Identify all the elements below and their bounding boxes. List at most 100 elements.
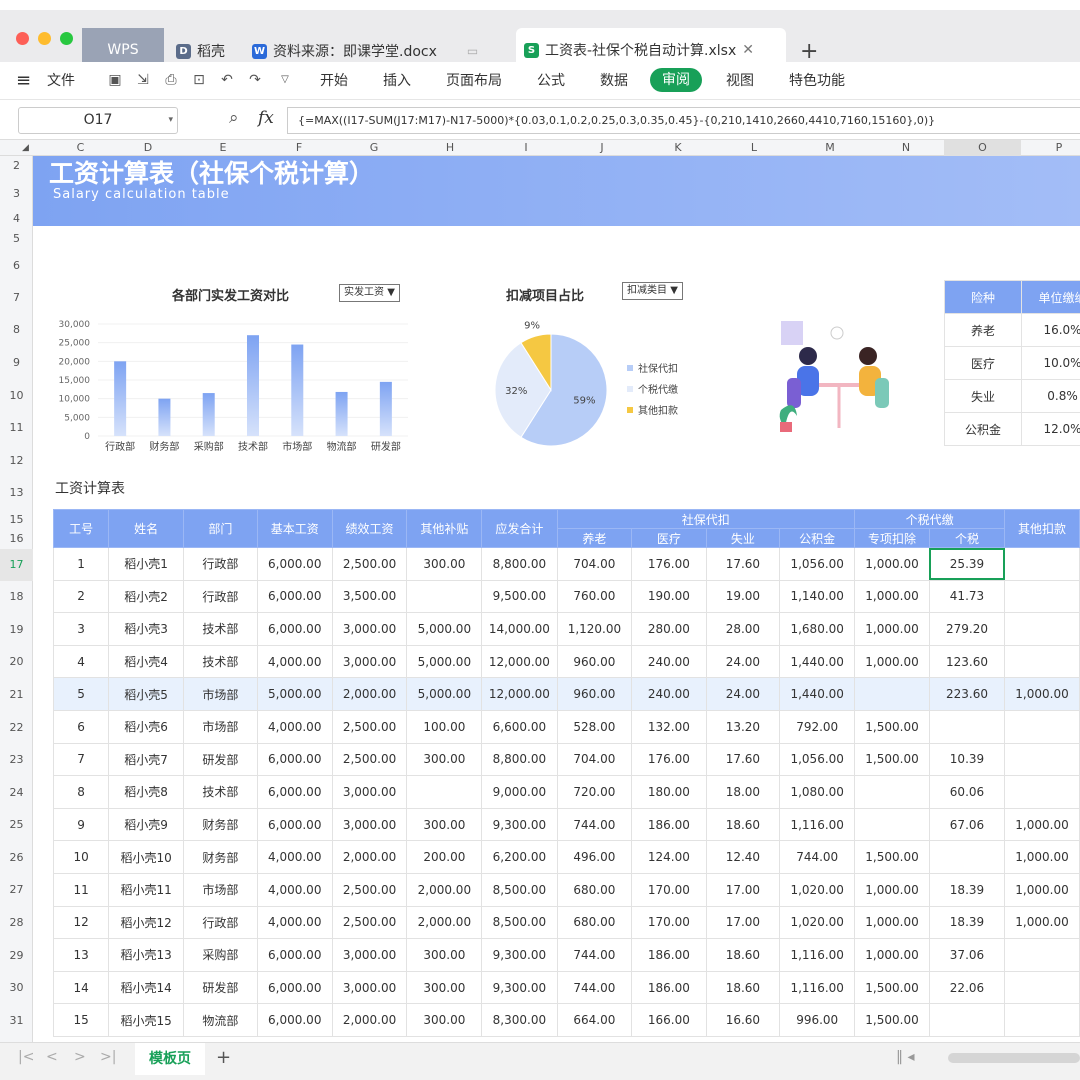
row-header[interactable]: 13 <box>0 486 33 499</box>
cell-special[interactable]: 1,500.00 <box>854 1003 930 1037</box>
cell-special[interactable]: 1,000.00 <box>854 938 930 972</box>
cell-fund[interactable]: 1,440.00 <box>779 644 856 679</box>
cell-fund[interactable]: 1,020.00 <box>779 872 856 907</box>
cell-dept[interactable]: 研发部 <box>182 970 258 1005</box>
cell-pension[interactable]: 960.00 <box>556 677 633 711</box>
cell-medical[interactable]: 176.00 <box>631 742 707 777</box>
cell-dept[interactable]: 行政部 <box>182 905 258 940</box>
cell-iit[interactable]: 22.06 <box>928 970 1006 1005</box>
redo-icon[interactable]: ↷ <box>246 71 264 89</box>
cell-unemployment[interactable]: 13.20 <box>705 709 781 744</box>
cell-other-deduction[interactable]: 1,000.00 <box>1004 677 1080 711</box>
zoom-search-icon[interactable]: ⌕ <box>229 108 239 128</box>
table-row[interactable]: 13 稻小壳13 采购部 6,000.00 3,000.00 300.00 9,300.00… <box>52 938 1080 972</box>
cell-dept[interactable]: 采购部 <box>182 938 258 972</box>
name-box[interactable]: O17 ▾ <box>18 107 178 134</box>
cell-dept[interactable]: 技术部 <box>182 644 258 679</box>
cell-name[interactable]: 稻小壳8 <box>108 775 184 809</box>
cell-iit[interactable]: 10.39 <box>928 742 1006 777</box>
undo-icon[interactable]: ↶ <box>218 71 236 89</box>
cell-medical[interactable]: 190.00 <box>631 579 707 614</box>
prev-sheet-icon[interactable]: < <box>46 1049 58 1065</box>
formula-input[interactable]: {=MAX((I17-SUM(J17:M17)-N17-5000)*{0.03,… <box>287 107 1080 134</box>
row-header[interactable]: 7 <box>0 291 33 304</box>
fx-icon[interactable]: fx <box>258 108 274 128</box>
close-window-button[interactable] <box>16 32 29 45</box>
cell-perf[interactable]: 2,000.00 <box>331 677 408 711</box>
cell-id[interactable]: 2 <box>52 579 110 614</box>
cell-special[interactable]: 1,000.00 <box>854 579 930 614</box>
cell-other-deduction[interactable]: 1,000.00 <box>1004 872 1080 907</box>
cell-other-deduction[interactable] <box>1004 612 1080 646</box>
cell-other-deduction[interactable]: 1,000.00 <box>1004 807 1080 842</box>
menu-view[interactable]: 视图 <box>726 62 754 100</box>
cell-iit[interactable]: 18.39 <box>928 905 1006 940</box>
cell-perf[interactable]: 2,500.00 <box>331 709 408 744</box>
cell-pension[interactable]: 704.00 <box>556 547 633 581</box>
cell-other-deduction[interactable] <box>1004 775 1080 809</box>
col-header[interactable]: I <box>488 140 564 156</box>
row-header-selected[interactable]: 17 <box>0 549 33 581</box>
cell-base[interactable]: 6,000.00 <box>256 807 333 842</box>
row-header[interactable]: 19 <box>0 623 33 636</box>
cell-medical[interactable]: 186.00 <box>631 807 707 842</box>
cell-other[interactable]: 200.00 <box>406 840 483 874</box>
cell-iit[interactable]: 41.73 <box>928 579 1006 614</box>
cell-iit[interactable] <box>928 840 1006 874</box>
cell-perf[interactable]: 2,500.00 <box>331 905 408 940</box>
cell-dept[interactable]: 物流部 <box>182 1003 258 1037</box>
cell-gross[interactable]: 12,000.00 <box>481 677 558 711</box>
pie-chart-deductions[interactable]: 扣减项目占比 扣减类目 ▼ 59% 社保代扣 32% 个税代缴 9% 其他扣款 <box>480 280 720 460</box>
cell-other[interactable]: 2,000.00 <box>406 905 483 940</box>
close-tab-icon[interactable]: ✕ <box>742 42 754 58</box>
cell-special[interactable]: 1,500.00 <box>854 742 930 777</box>
cell-id[interactable]: 15 <box>52 1003 110 1037</box>
cell-special[interactable] <box>854 775 930 809</box>
cell-base[interactable]: 6,000.00 <box>256 970 333 1005</box>
ins-cell[interactable]: 10.0% <box>1021 346 1080 380</box>
cell-gross[interactable]: 8,500.00 <box>481 872 558 907</box>
cell-other[interactable] <box>406 579 483 614</box>
cell-gross[interactable]: 6,600.00 <box>481 709 558 744</box>
cell-other[interactable]: 5,000.00 <box>406 644 483 679</box>
cell-perf[interactable]: 2,000.00 <box>331 840 408 874</box>
cell-id[interactable]: 1 <box>52 547 110 581</box>
cell-name[interactable]: 稻小壳13 <box>108 938 184 972</box>
cell-id[interactable]: 9 <box>52 807 110 842</box>
row-header[interactable]: 10 <box>0 389 33 402</box>
col-header[interactable]: L <box>716 140 792 156</box>
row-header[interactable]: 8 <box>0 323 33 336</box>
bar[interactable] <box>247 335 259 436</box>
cell-unemployment[interactable]: 16.60 <box>705 1003 781 1037</box>
cell-name[interactable]: 稻小壳5 <box>108 677 184 711</box>
menu-file[interactable]: 文件 <box>47 62 75 100</box>
cell-base[interactable]: 5,000.00 <box>256 677 333 711</box>
row-header[interactable]: 31 <box>0 1014 33 1027</box>
cell-dept[interactable]: 财务部 <box>182 807 258 842</box>
cell-other-deduction[interactable] <box>1004 742 1080 777</box>
cell-fund[interactable]: 1,140.00 <box>779 579 856 614</box>
cell-special[interactable]: 1,500.00 <box>854 709 930 744</box>
cell-iit[interactable]: 223.60 <box>928 677 1006 711</box>
col-header[interactable]: K <box>640 140 716 156</box>
menu-insert[interactable]: 插入 <box>383 62 411 100</box>
cell-special[interactable]: 1,500.00 <box>854 840 930 874</box>
row-header[interactable]: 2 <box>0 159 33 172</box>
cell-gross[interactable]: 8,800.00 <box>481 742 558 777</box>
row-header[interactable]: 28 <box>0 916 33 929</box>
cell-perf[interactable]: 2,500.00 <box>331 547 408 581</box>
cell-medical[interactable]: 180.00 <box>631 775 707 809</box>
cell-iit[interactable]: 37.06 <box>928 938 1006 972</box>
col-header[interactable]: P <box>1021 140 1080 156</box>
cell-unemployment[interactable]: 12.40 <box>705 840 781 874</box>
bar[interactable] <box>379 381 392 436</box>
table-row[interactable]: 2 稻小壳2 行政部 6,000.00 3,500.00 9,500.00 760.00 19… <box>52 579 1080 614</box>
cell-pension[interactable]: 744.00 <box>556 807 633 842</box>
table-row[interactable]: 9 稻小壳9 财务部 6,000.00 3,000.00 300.00 9,300.00 74… <box>52 807 1080 842</box>
menu-review[interactable]: 审阅 <box>650 68 702 92</box>
cell-medical[interactable]: 186.00 <box>631 970 707 1005</box>
cell-pension[interactable]: 1,120.00 <box>556 612 633 646</box>
menu-start[interactable]: 开始 <box>320 62 348 100</box>
cell-pension[interactable]: 720.00 <box>556 775 633 809</box>
ins-cell[interactable]: 医疗 <box>944 346 1022 380</box>
